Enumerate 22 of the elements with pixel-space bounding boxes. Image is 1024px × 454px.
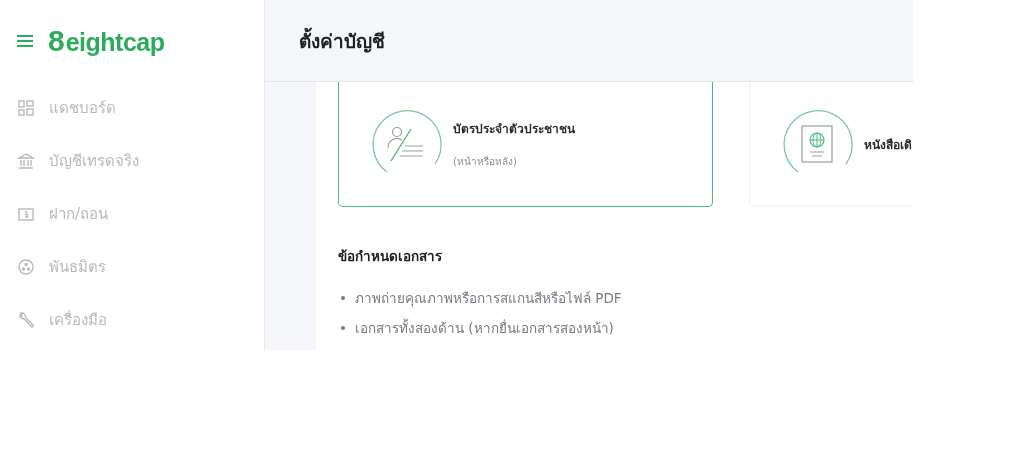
document-card[interactable]: บัตรประจำตัวประชาชน (หน้าหรือหลัง): [338, 82, 713, 207]
card-title: หนังสือเดิ: [864, 136, 912, 154]
card-title: บัตรประจำตัวประชาชน: [453, 121, 575, 138]
menu-icon[interactable]: [16, 33, 34, 48]
sidebar-item[interactable]: แดชบอร์ด: [0, 81, 264, 134]
sidebar-item[interactable]: บัญชีเทรดจริง: [0, 134, 264, 187]
requirement-text: เอกสารทั้งสองด้าน (หากยื่นเอกสารสองหน้า): [355, 317, 614, 338]
card-subtitle: (หน้าหรือหลัง): [453, 155, 518, 169]
people-circle-icon: [17, 257, 35, 276]
section-title: ข้อกำหนดเอกสาร: [338, 247, 443, 266]
sidebar-item[interactable]: ฝาก/ถอน: [0, 187, 264, 240]
logo[interactable]: 8eightcap: [48, 23, 165, 58]
sidebar-item[interactable]: เครื่องมือ: [0, 293, 264, 346]
wrench-icon: [17, 310, 35, 329]
bullet-icon: [341, 326, 345, 330]
document-card[interactable]: หนังสือเดิ: [749, 82, 913, 207]
page-title: ตั้งค่าบัญชี: [299, 26, 385, 55]
sidebar-item[interactable]: พันธมิตร: [0, 240, 264, 293]
requirement-text: ภาพถ่ายคุณภาพหรือการสแกนสีหรือไฟล์ PDF: [355, 289, 622, 309]
bank-icon: [17, 151, 35, 170]
grid-icon: [17, 98, 35, 117]
bullet-icon: [341, 296, 345, 300]
